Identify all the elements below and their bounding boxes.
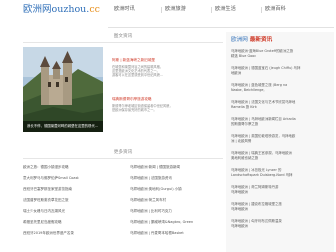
list-item: 瑞士少女峰与日内瓦湖风光 乌拜地欧洲 | 比利时巧克力 [23, 209, 225, 218]
item-line: 精选 Blue Gooc [231, 53, 257, 58]
sidebar-news-item[interactable]: 乌拜地欧洲 | 捷克布拉格城堡之旅 乌拜地欧洲 [231, 202, 331, 211]
item-line: 乌拜地欧洲 [231, 223, 248, 228]
sidebar-news-item[interactable]: 乌拜地欧洲 | 蓝色城堡之旅 (Berg na Nasbe, Beichlleng… [231, 83, 331, 92]
sidebar-news-item[interactable]: 乌拜地欧洲 | 荷兰阿姆斯特丹游 乌拜地欧洲 [231, 185, 331, 194]
summary-line: 是欧洲保存最完好的城市之一。 [112, 108, 157, 113]
list-item: 希腊圣托里尼岛度假攻略 乌拜地欧洲 | 挪威峡湾&Nagbro, Green [23, 220, 225, 229]
list-item: 欧洲之旅：德国小镇漫步攻略 乌拜地欧洲·新闻 | 德国旅游新闻 [23, 165, 225, 174]
sidebar-news-item[interactable]: 乌拜地欧洲·蓝海Blue Groteff的欧洲之旅 精选 Blue Gooc [231, 49, 331, 58]
news-link[interactable]: 希腊圣托里尼岛度假攻略 [23, 220, 62, 225]
castle-photo [23, 47, 103, 132]
list-item: 法国普罗旺斯薰衣草花田之旅 乌拜地欧洲·荷兰风车村 [23, 198, 225, 207]
image-caption: 我长不停，德国莱茵河畔的城堡在这里的现代... [23, 121, 103, 132]
news-link[interactable]: 西班牙巴塞罗那圣家堂游览指南 [23, 187, 72, 192]
item-line: 奥地利维也纳之旅 [231, 155, 259, 160]
news-link[interactable]: 乌拜地欧洲 | 丹麦哥本哈根Basket [130, 231, 184, 236]
news-link[interactable]: 意大利罗马与佛罗伦萨Small Coast [23, 176, 79, 181]
news-link[interactable]: 欧洲之旅：德国小镇漫步攻略 [23, 165, 69, 170]
item-line: 洲 | 北欧风情 [231, 138, 252, 143]
sidebar-news-item[interactable]: 乌拜地欧洲 | 德国蓝宝石 (Jeugh Chiffu) 乌拜 地欧洲 [231, 66, 331, 75]
item-line: 的斯德哥尔摩之旅 [231, 121, 259, 126]
picture-news-item[interactable]: 阿斯 | 新蓝海峡之新旧城堡 在城堡和莱茵河谷之间的建筑风格， 这里是欧洲文化艺… [112, 58, 222, 78]
item-line: Landschaftspark Duisberg-Nord 乌拜 [231, 172, 293, 177]
sidebar-news-item[interactable]: 乌拜地欧洲 | 法国文化与艺术节欣赏乌拜地 Ramelia 旅 Kirk [231, 100, 331, 109]
list-item: 西班牙2019年欧洲世界遗产名录 乌拜地欧洲 | 丹麦哥本哈根Basket [23, 231, 225, 240]
item-line: Ramelia 旅 Kirk [231, 104, 257, 109]
news-link[interactable]: 乌拜地欧洲·荷兰风车村 [130, 198, 166, 203]
more-news-title: 更多资讯 [110, 150, 136, 157]
sidebar-news-item[interactable]: 乌拜地欧洲 | 瑞典王宫参观，乌拜地欧洲 奥地利维也纳之旅 [231, 151, 331, 160]
item-line: 乌拜地欧洲 [231, 206, 248, 211]
sidebar-news-item[interactable]: 乌拜地欧洲 | 英国伦敦塔桥游览，乌拜地欧洲 | 北欧风情 [231, 134, 331, 143]
item-line: 乌拜地欧洲 [231, 189, 248, 194]
nav-item-news[interactable]: 欧洲时讯 [114, 6, 135, 13]
main-nav: 欧洲时讯 欧洲旅游 欧洲生活 欧洲百科 [108, 0, 334, 28]
news-link[interactable]: 乌拜地欧洲 | 比利时巧克力 [130, 209, 172, 214]
news-link[interactable]: 法国普罗旺斯薰衣草花田之旅 [23, 198, 69, 203]
news-link[interactable]: 乌拜地欧洲 | 挪威峡湾&Nagbro, Green [130, 220, 193, 225]
news-summary: 斯德哥尔摩老城区街道保留着中世纪风貌， 是欧洲保存最完好的城市之一。 [112, 104, 222, 113]
item-line: Nasbe, Beichllenge, [231, 87, 265, 92]
news-link[interactable]: 西班牙2019年欧洲世界遗产名录 [23, 231, 74, 236]
list-item: 意大利罗马与佛罗伦萨Small Coast 乌拜地欧洲 | 法国旅游资讯 [23, 176, 225, 185]
news-link[interactable]: 乌拜地欧洲·新闻 | 德国旅游新闻 [130, 165, 180, 170]
news-link[interactable]: 瑞士少女峰与日内瓦湖风光 [23, 209, 65, 214]
news-summary: 在城堡和莱茵河谷之间的建筑风格， 这里是欧洲文化艺术的代表之一。 游客可以在这里… [112, 65, 222, 78]
sidebar-title: 欧洲网 最新资讯 [231, 37, 272, 45]
sidebar-site-name: 欧洲网 [231, 37, 248, 43]
sidebar-label: 最新资讯 [249, 37, 273, 43]
sidebar-news-item[interactable]: 乌拜地欧洲 | 冰岛极光 Lynzer 的 Landschaftspark Dui… [231, 168, 331, 177]
sidebar-news-item[interactable]: 乌拜地欧洲 | 乌拜地欧洲新闻栏目 Arkadia 的斯德哥尔摩之旅 [231, 117, 331, 126]
news-title[interactable]: 瑞典斯德哥尔摩旅游攻略 [112, 97, 222, 102]
nav-item-life[interactable]: 欧洲生活 [211, 6, 236, 14]
logo-text: 欧洲网ouzhou. [23, 4, 90, 15]
news-link[interactable]: 乌拜地欧洲 | 法国旅游资讯 [130, 176, 172, 181]
picture-news-title: 图文资讯 [110, 34, 136, 41]
site-logo[interactable]: 欧洲网ouzhou.cc [23, 4, 100, 17]
latest-news-sidebar: 欧洲网 最新资讯 乌拜地欧洲·蓝海Blue Groteff的欧洲之旅 精选 Blue… [226, 32, 334, 252]
item-line: 地欧洲 [231, 70, 242, 75]
picture-news-item[interactable]: 瑞典斯德哥尔摩旅游攻略 斯德哥尔摩老城区街道保留着中世纪风貌， 是欧洲保存最完好… [112, 97, 222, 112]
feature-image[interactable]: 我长不停，德国莱茵河畔的城堡在这里的现代... [23, 47, 103, 132]
more-news-header: 更多资讯 [23, 148, 223, 159]
summary-line: 游客可以在这里感受到中世纪风貌... [112, 73, 163, 78]
logo-tld: cc [89, 4, 100, 15]
sidebar-news-item[interactable]: 乌拜地欧洲 | 匈牙利布达佩斯温泉 乌拜地欧洲 [231, 219, 331, 228]
list-item: 西班牙巴塞罗那圣家堂游览指南 乌拜地欧洲·奥地利(Gurgui) 小镇 [23, 187, 225, 196]
picture-news-header: 图文资讯 [23, 32, 223, 43]
news-title[interactable]: 阿斯 | 新蓝海峡之新旧城堡 [112, 58, 222, 63]
nav-item-travel[interactable]: 欧洲旅游 [161, 6, 186, 14]
nav-item-wiki[interactable]: 欧洲百科 [261, 6, 286, 14]
news-link[interactable]: 乌拜地欧洲·奥地利(Gurgui) 小镇 [130, 187, 182, 192]
